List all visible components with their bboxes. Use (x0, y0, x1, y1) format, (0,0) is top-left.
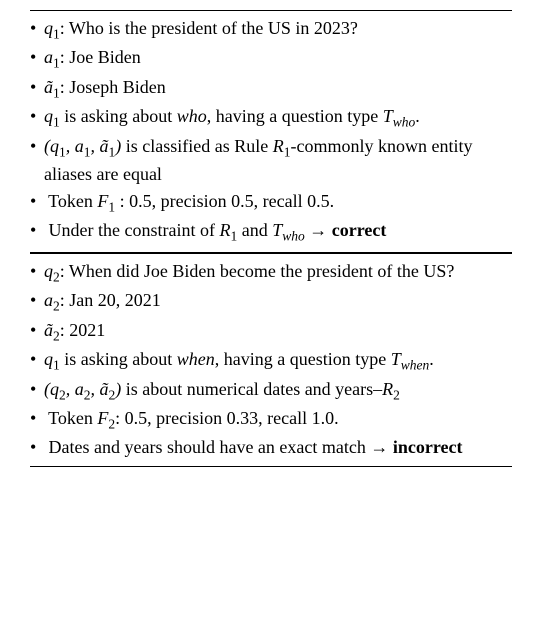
text: : Joe Biden (60, 47, 141, 67)
line-atilde1: •ã1: Joseph Biden (30, 75, 512, 103)
bullet-icon: • (30, 16, 44, 41)
sub-1: 1 (53, 358, 60, 373)
var-q: q (44, 261, 53, 281)
line-qtype2: •q1 is asking about when, having a quest… (30, 347, 512, 375)
sub-1: 1 (53, 115, 60, 130)
sub-1: 1 (53, 56, 60, 71)
bullet-icon: • (30, 45, 44, 70)
sub-who: who (393, 115, 416, 130)
line-a2: •a2: Jan 20, 2021 (30, 288, 512, 316)
sub-who: who (282, 229, 305, 244)
line-atilde2: •ã2: 2021 (30, 318, 512, 346)
bullet-icon: • (30, 318, 44, 343)
text: : Who is the president of the US in 2023… (60, 18, 358, 38)
text: . (429, 349, 434, 369)
sub-2: 2 (53, 299, 60, 314)
bullet-icon: • (30, 347, 44, 372)
sub-when: when (401, 358, 430, 373)
text: Dates and years should have an exact mat… (44, 437, 393, 457)
bullet-icon: • (30, 406, 44, 431)
bullet-icon: • (30, 189, 44, 214)
incorrect-label: incorrect (393, 437, 463, 457)
text: is about numerical dates and years– (121, 379, 382, 399)
line-token2: • Token F2: 0.5, precision 0.33, recall … (30, 406, 512, 434)
line-q1: •q1: Who is the president of the US in 2… (30, 16, 512, 44)
var-q: q (44, 18, 53, 38)
var-F: F (97, 191, 108, 211)
text: Under the constraint of (44, 220, 219, 240)
line-token1: • Token F1 : 0.5, precision 0.5, recall … (30, 189, 512, 217)
text: , having a question type (215, 349, 391, 369)
text: : When did Joe Biden become the presiden… (60, 261, 455, 281)
var-a: a (44, 47, 53, 67)
text: : 0.5, precision 0.33, recall 1.0. (115, 408, 338, 428)
text: is classified as Rule (121, 136, 272, 156)
text: Token (44, 408, 97, 428)
var-R: R (382, 379, 393, 399)
line-q2: •q2: When did Joe Biden become the presi… (30, 259, 512, 287)
text: is asking about (60, 349, 177, 369)
bullet-icon: • (30, 288, 44, 313)
correct-label: correct (332, 220, 387, 240)
bullet-icon: • (30, 218, 44, 243)
bullet-icon: • (30, 75, 44, 100)
example-block-2: •q2: When did Joe Biden become the presi… (30, 253, 512, 467)
var-T: T (272, 220, 282, 240)
line-result1: • Under the constraint of R1 and Twho → … (30, 218, 512, 246)
var-T: T (383, 106, 393, 126)
text: , having a question type (207, 106, 383, 126)
example-block-1: •q1: Who is the president of the US in 2… (30, 10, 512, 253)
text: . (415, 106, 420, 126)
bullet-icon: • (30, 134, 44, 159)
bullet-icon: • (30, 435, 44, 460)
var-q: q (44, 349, 53, 369)
var-R: R (219, 220, 230, 240)
text: (q1, a1, ã1) (44, 136, 121, 156)
sub-2: 2 (53, 269, 60, 284)
sub-1: 1 (53, 27, 60, 42)
text: : 0.5, precision 0.5, recall 0.5. (115, 191, 334, 211)
bullet-icon: • (30, 104, 44, 129)
sub-2: 2 (53, 328, 60, 343)
sub-2: 2 (393, 387, 400, 402)
line-rule2: •(q2, a2, ã2) is about numerical dates a… (30, 377, 512, 405)
text: : Jan 20, 2021 (60, 290, 161, 310)
text: (q2, a2, ã2) (44, 379, 121, 399)
line-result2: • Dates and years should have an exact m… (30, 435, 512, 460)
var-atilde: ã (44, 77, 53, 97)
var-q: q (44, 106, 53, 126)
text: and (237, 220, 272, 240)
var-T: T (391, 349, 401, 369)
text: : 2021 (60, 320, 106, 340)
var-R: R (273, 136, 284, 156)
bullet-icon: • (30, 377, 44, 402)
line-rule1: •(q1, a1, ã1) is classified as Rule R1-c… (30, 134, 512, 188)
bullet-icon: • (30, 259, 44, 284)
var-atilde: ã (44, 320, 53, 340)
line-a1: •a1: Joe Biden (30, 45, 512, 73)
text: Token (44, 191, 97, 211)
line-qtype1: •q1 is asking about who, having a questi… (30, 104, 512, 132)
var-a: a (44, 290, 53, 310)
sub-1: 1 (53, 86, 60, 101)
text: : Joseph Biden (60, 77, 166, 97)
text: → (305, 220, 332, 240)
text: is asking about (60, 106, 177, 126)
when-italic: when (177, 349, 215, 369)
var-F: F (97, 408, 108, 428)
who-italic: who (177, 106, 207, 126)
